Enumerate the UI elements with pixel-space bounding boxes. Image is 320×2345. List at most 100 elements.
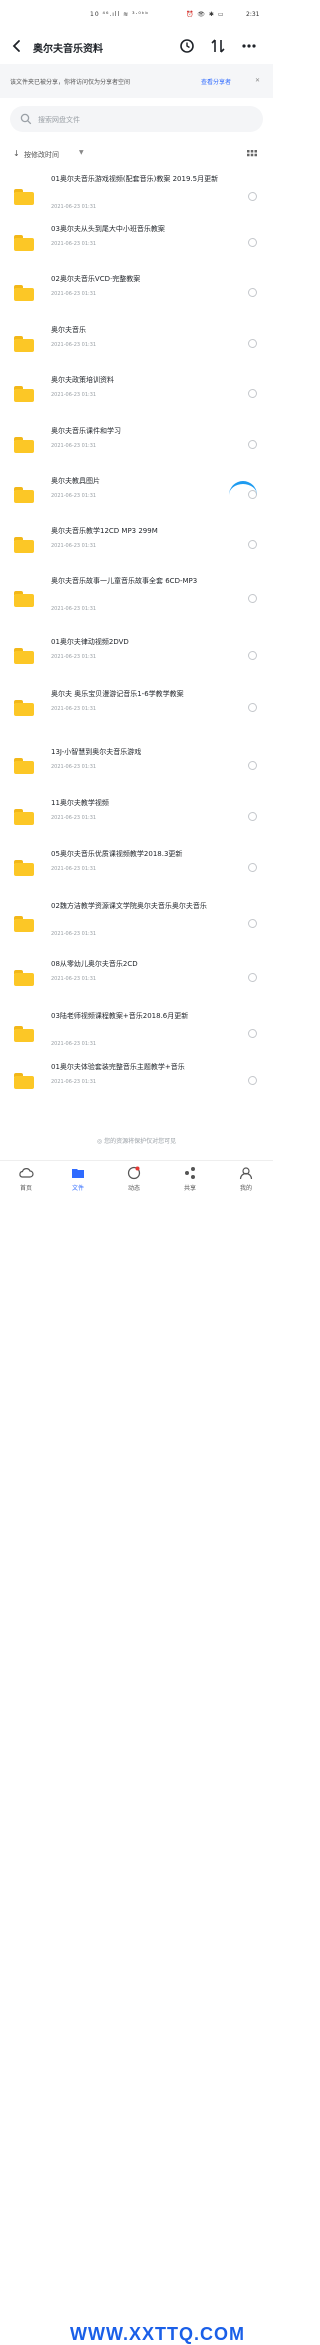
folder-icon	[14, 537, 34, 553]
file-date: 2021-06-23 01:31	[51, 1041, 97, 1047]
folder-icon	[14, 1073, 34, 1089]
folder-icon	[14, 970, 34, 986]
file-date: 2021-06-23 01:31	[51, 606, 97, 612]
grid-view-icon[interactable]	[246, 149, 258, 161]
page-title: 奥尔夫音乐资料	[33, 44, 103, 55]
file-date: 2021-06-23 01:31	[51, 764, 97, 770]
file-name: 05奥尔夫音乐优质课视频教学2018.3更新	[51, 850, 183, 858]
sort-arrow-icon[interactable]: ↓	[13, 149, 20, 158]
file-name: 奥尔夫音乐教学12CD MP3 299M	[51, 527, 158, 535]
select-checkbox[interactable]	[248, 389, 257, 398]
select-checkbox[interactable]	[248, 288, 257, 297]
cloud-icon	[19, 1168, 34, 1178]
watermark: WWW.XXTTQ.COM	[70, 2324, 245, 2344]
tab-share-label: 共享	[183, 1185, 196, 1192]
folder-icon	[14, 860, 34, 876]
tab-files-label: 文件	[71, 1185, 84, 1192]
sort-icon[interactable]	[209, 37, 227, 55]
select-checkbox[interactable]	[248, 812, 257, 821]
file-date: 2021-06-23 01:31	[51, 866, 97, 872]
tab-activity[interactable]: 动态	[114, 1165, 154, 1192]
file-name: 奥尔夫音乐	[51, 326, 86, 334]
tab-me-label: 我的	[239, 1185, 252, 1192]
folder-icon	[14, 916, 34, 932]
select-checkbox[interactable]	[248, 192, 257, 201]
status-icons: ⏰ 👁 ✱ ▭	[186, 11, 225, 18]
select-checkbox[interactable]	[248, 761, 257, 770]
file-date: 2021-06-23 01:31	[51, 931, 97, 937]
clock-icon[interactable]	[178, 37, 196, 55]
file-name: 奥尔夫政策培训资料	[51, 376, 114, 384]
tab-me[interactable]: 我的	[226, 1165, 266, 1192]
user-icon	[239, 1167, 253, 1180]
file-date: 2021-06-23 01:31	[51, 204, 97, 210]
file-name: 奥尔夫教具图片	[51, 477, 100, 485]
file-name: 奥尔夫 奥乐宝贝漫游记音乐1-6学教学教案	[51, 690, 184, 698]
file-name: 13J-小智慧到奥尔夫音乐游戏	[51, 748, 142, 756]
view-sharer-link[interactable]: 查看分享者	[201, 77, 231, 86]
tab-activity-label: 动态	[127, 1185, 140, 1192]
tab-share[interactable]: 共享	[170, 1165, 210, 1192]
select-checkbox[interactable]	[248, 1029, 257, 1038]
select-checkbox[interactable]	[248, 238, 257, 247]
file-date: 2021-06-23 01:31	[51, 815, 97, 821]
file-date: 2021-06-23 01:31	[51, 443, 97, 449]
select-checkbox[interactable]	[248, 973, 257, 982]
folder-icon	[14, 285, 34, 301]
search-input[interactable]: 搜索网盘文件	[10, 106, 263, 132]
select-checkbox[interactable]	[248, 594, 257, 603]
status-bar: 10 ⁴⁶.ıll ≋ ³·⁰ᵏᵇ ⏰ 👁 ✱ ▭ 2:31	[0, 0, 273, 30]
select-checkbox[interactable]	[248, 540, 257, 549]
file-name: 奥尔夫音乐故事一儿童音乐故事全套 6CD-MP3	[51, 577, 198, 585]
folder-icon	[14, 809, 34, 825]
file-date: 2021-06-23 01:31	[51, 392, 97, 398]
tab-home-label: 首页	[19, 1185, 32, 1192]
share-icon	[185, 1167, 195, 1179]
share-notice: 该文件夹已被分享，你将访问仅为分享者空间 查看分享者 ✕	[0, 64, 273, 98]
tab-files[interactable]: 文件	[58, 1165, 98, 1192]
select-checkbox[interactable]	[248, 703, 257, 712]
close-icon[interactable]: ✕	[255, 77, 260, 84]
folder-icon	[14, 437, 34, 453]
file-date: 2021-06-23 01:31	[51, 493, 97, 499]
select-checkbox[interactable]	[248, 339, 257, 348]
folder-icon	[14, 189, 34, 205]
bottom-tab-bar: 首页 文件 动态 共享 我的 WWW.XXTTQ.COM	[0, 1160, 273, 2344]
select-checkbox[interactable]	[248, 863, 257, 872]
status-time: 2:31	[246, 11, 260, 18]
file-name: 08从零幼儿奥尔夫音乐2CD	[51, 960, 138, 968]
select-checkbox[interactable]	[248, 440, 257, 449]
activity-icon	[127, 1166, 141, 1180]
sort-bar: ↓ 按修改时间 ▼	[0, 144, 273, 166]
folder-icon	[14, 700, 34, 716]
file-name: 03陆老师视频课程教案+音乐2018.6月更新	[51, 1012, 189, 1020]
file-date: 2021-06-23 01:31	[51, 654, 97, 660]
file-name: 02魏方洁教学资源课文学院奥尔夫音乐奥尔夫音乐	[51, 902, 207, 910]
folder-icon	[14, 386, 34, 402]
select-checkbox[interactable]	[248, 919, 257, 928]
folder-icon	[72, 1169, 84, 1178]
status-signal: 10 ⁴⁶.ıll ≋ ³·⁰ᵏᵇ	[90, 11, 149, 18]
file-name: 02奥尔夫音乐VCD·完整教案	[51, 275, 141, 283]
tab-home[interactable]: 首页	[6, 1165, 46, 1192]
folder-icon	[14, 1026, 34, 1042]
folder-icon	[14, 235, 34, 251]
select-checkbox[interactable]	[248, 1076, 257, 1085]
folder-icon	[14, 336, 34, 352]
floating-action-button[interactable]	[229, 481, 257, 498]
file-date: 2021-06-23 01:31	[51, 1079, 97, 1085]
file-date: 2021-06-23 01:31	[51, 976, 97, 982]
back-icon[interactable]	[10, 39, 24, 53]
more-icon[interactable]	[240, 37, 258, 55]
file-name: 11奥尔夫教学视频	[51, 799, 109, 807]
footer-note: ◎ 您的资源将保护仅对您可见	[96, 1138, 177, 1145]
file-date: 2021-06-23 01:31	[51, 291, 97, 297]
sort-dropdown[interactable]: 按修改时间	[24, 150, 59, 160]
folder-icon	[14, 648, 34, 664]
chevron-down-icon: ▼	[79, 149, 84, 156]
file-date: 2021-06-23 01:31	[51, 241, 97, 247]
file-date: 2021-06-23 01:31	[51, 342, 97, 348]
file-name: 03奥尔夫从头到尾大中小班音乐教案	[51, 225, 165, 233]
select-checkbox[interactable]	[248, 651, 257, 660]
file-name: 01奥尔夫音乐游戏视频(配套音乐)教案 2019.5月更新	[51, 175, 219, 183]
